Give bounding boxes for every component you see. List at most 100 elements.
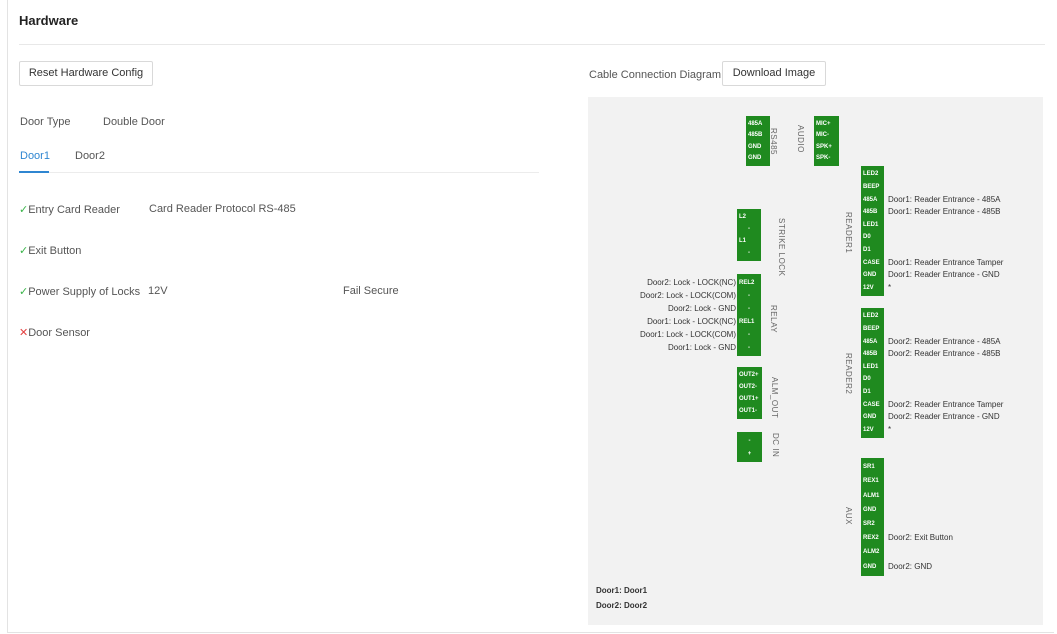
reader1-pin: GND	[863, 272, 877, 279]
exit-button-name: Exit Button	[28, 245, 82, 257]
relay-connection-label: Door2: Lock - GND	[667, 303, 736, 313]
reader2-pin: GND	[863, 414, 877, 421]
reader1-connection-label: Door1: Reader Entrance - 485B	[888, 207, 1001, 217]
aux-pin: GND	[863, 563, 877, 570]
tabs-divider	[19, 172, 539, 173]
relay-pin: -	[748, 331, 750, 338]
exit-button-row: ✓Exit Button	[19, 244, 81, 257]
reader2-pin: CASE	[863, 401, 880, 408]
reader2-pin: LED1	[863, 363, 879, 370]
aux-block-label: AUX	[844, 507, 853, 525]
download-image-button[interactable]: Download Image	[722, 61, 826, 86]
strike-lock-block-label: STRIKE LOCK	[777, 218, 786, 277]
aux-pin: SR1	[863, 464, 875, 471]
power-supply-row: ✓Power Supply of Locks	[19, 285, 140, 298]
power-supply-mode: Fail Secure	[343, 285, 399, 297]
reader2-pin: D0	[863, 376, 871, 383]
audio-pin: MIC+	[816, 120, 831, 127]
check-icon: ✓	[19, 204, 29, 216]
relay-pin: REL1	[739, 318, 755, 325]
strike-lock-pin: L2	[739, 214, 747, 220]
reader2-connection-label: Door2: Reader Entrance - GND	[888, 412, 1000, 422]
relay-connection-label: Door1: Lock - GND	[667, 342, 736, 352]
audio-pin: MIC-	[816, 132, 829, 139]
relay-pin: REL2	[739, 279, 755, 286]
alm-out-pin: OUT1+	[739, 396, 759, 402]
reader1-pin: LED2	[863, 171, 879, 178]
download-image-label: Download Image	[732, 67, 816, 79]
entry-card-reader-protocol: Card Reader Protocol RS-485	[149, 203, 296, 215]
audio-block-label: AUDIO	[796, 125, 805, 153]
rs485-pin: 485B	[748, 132, 763, 139]
reader2-connection-label: Door2: Reader Entrance - 485B	[888, 349, 1001, 359]
alm-out-pin: OUT2+	[739, 372, 759, 378]
power-supply-voltage: 12V	[148, 285, 168, 297]
reader1-block-label: READER1	[844, 212, 853, 254]
rs485-pin: GND	[748, 143, 762, 150]
active-tab-indicator	[19, 171, 49, 173]
door-sensor-row: ✕Door Sensor	[19, 326, 90, 339]
door-type-label: Door Type	[20, 116, 71, 128]
reader1-pin: D1	[863, 246, 871, 253]
aux-pin: SR2	[863, 520, 875, 527]
relay-pin: -	[748, 344, 750, 351]
cable-diagram-title: Cable Connection Diagram	[589, 69, 722, 81]
reader2-pin: LED2	[863, 313, 879, 320]
check-icon: ✓	[19, 245, 29, 257]
audio-pin: SPK-	[816, 155, 831, 162]
reader1-pin: 12V	[863, 284, 874, 291]
rs485-pin: 485A	[748, 120, 763, 127]
alm-out-pin: OUT2-	[739, 384, 757, 390]
strike-lock-pin: -	[748, 226, 750, 232]
relay-pin: -	[748, 305, 750, 312]
reader1-pin: D0	[863, 234, 871, 241]
reader2-block-label: READER2	[844, 353, 853, 395]
reader1-pin: LED1	[863, 221, 879, 228]
cross-icon: ✕	[19, 327, 29, 339]
relay-block-label: RELAY	[769, 305, 778, 334]
dc-in-pin: -	[748, 437, 751, 444]
reader1-connection-label: Door1: Reader Entrance Tamper	[888, 257, 1004, 267]
diagram-legend-item: Door2: Door2	[596, 601, 648, 610]
audio-pin: SPK+	[816, 143, 832, 150]
reset-hardware-config-button[interactable]: Reset Hardware Config	[19, 61, 153, 86]
reader1-pin: 485B	[863, 209, 878, 216]
reader2-pin: 485B	[863, 351, 878, 358]
reader2-pin: BEEP	[863, 325, 880, 332]
door-sensor-name: Door Sensor	[28, 327, 90, 339]
power-supply-name: Power Supply of Locks	[28, 286, 141, 298]
reset-hardware-config-label: Reset Hardware Config	[28, 67, 144, 79]
entry-card-reader-name: Entry Card Reader	[28, 204, 120, 216]
reader2-pin: D1	[863, 388, 871, 395]
relay-connection-label: Door1: Lock - LOCK(COM)	[639, 329, 736, 339]
aux-connection-label: Door2: Exit Button	[888, 533, 953, 543]
relay-pin: -	[748, 292, 750, 299]
aux-pin: ALM2	[863, 549, 880, 556]
check-icon: ✓	[19, 286, 29, 298]
alm-out-pin: OUT1-	[739, 408, 757, 414]
aux-terminal-block	[861, 458, 884, 576]
reader1-connection-label: Door1: Reader Entrance - GND	[888, 270, 1000, 280]
diagram-legend-item: Door1: Door1	[596, 586, 648, 595]
aux-connection-label: Door2: GND	[888, 561, 933, 571]
rs485-block-label: RS485	[769, 128, 778, 155]
reader1-pin: BEEP	[863, 183, 880, 190]
aux-pin: REX1	[863, 478, 879, 485]
relay-connection-label: Door1: Lock - LOCK(NC)	[647, 316, 736, 326]
relay-connection-label: Door2: Lock - LOCK(COM)	[639, 290, 736, 300]
page-title: Hardware	[19, 13, 79, 28]
dc-in-block-label: DC IN	[771, 433, 780, 458]
reader1-connection-label: *	[888, 282, 892, 292]
reader2-connection-label: Door2: Reader Entrance Tamper	[888, 399, 1004, 409]
reader2-pin: 12V	[863, 426, 874, 433]
aux-pin: ALM1	[863, 492, 880, 499]
reader1-pin: CASE	[863, 259, 880, 266]
aux-pin: REX2	[863, 535, 879, 542]
tab-door1[interactable]: Door1	[20, 150, 50, 162]
tab-door2[interactable]: Door2	[75, 150, 105, 162]
door-type-value: Double Door	[103, 116, 165, 128]
reader2-connection-label: Door2: Reader Entrance - 485A	[888, 336, 1001, 346]
aux-pin: GND	[863, 506, 877, 513]
strike-lock-pin: L1	[739, 238, 747, 244]
strike-lock-pin: -	[748, 250, 750, 256]
